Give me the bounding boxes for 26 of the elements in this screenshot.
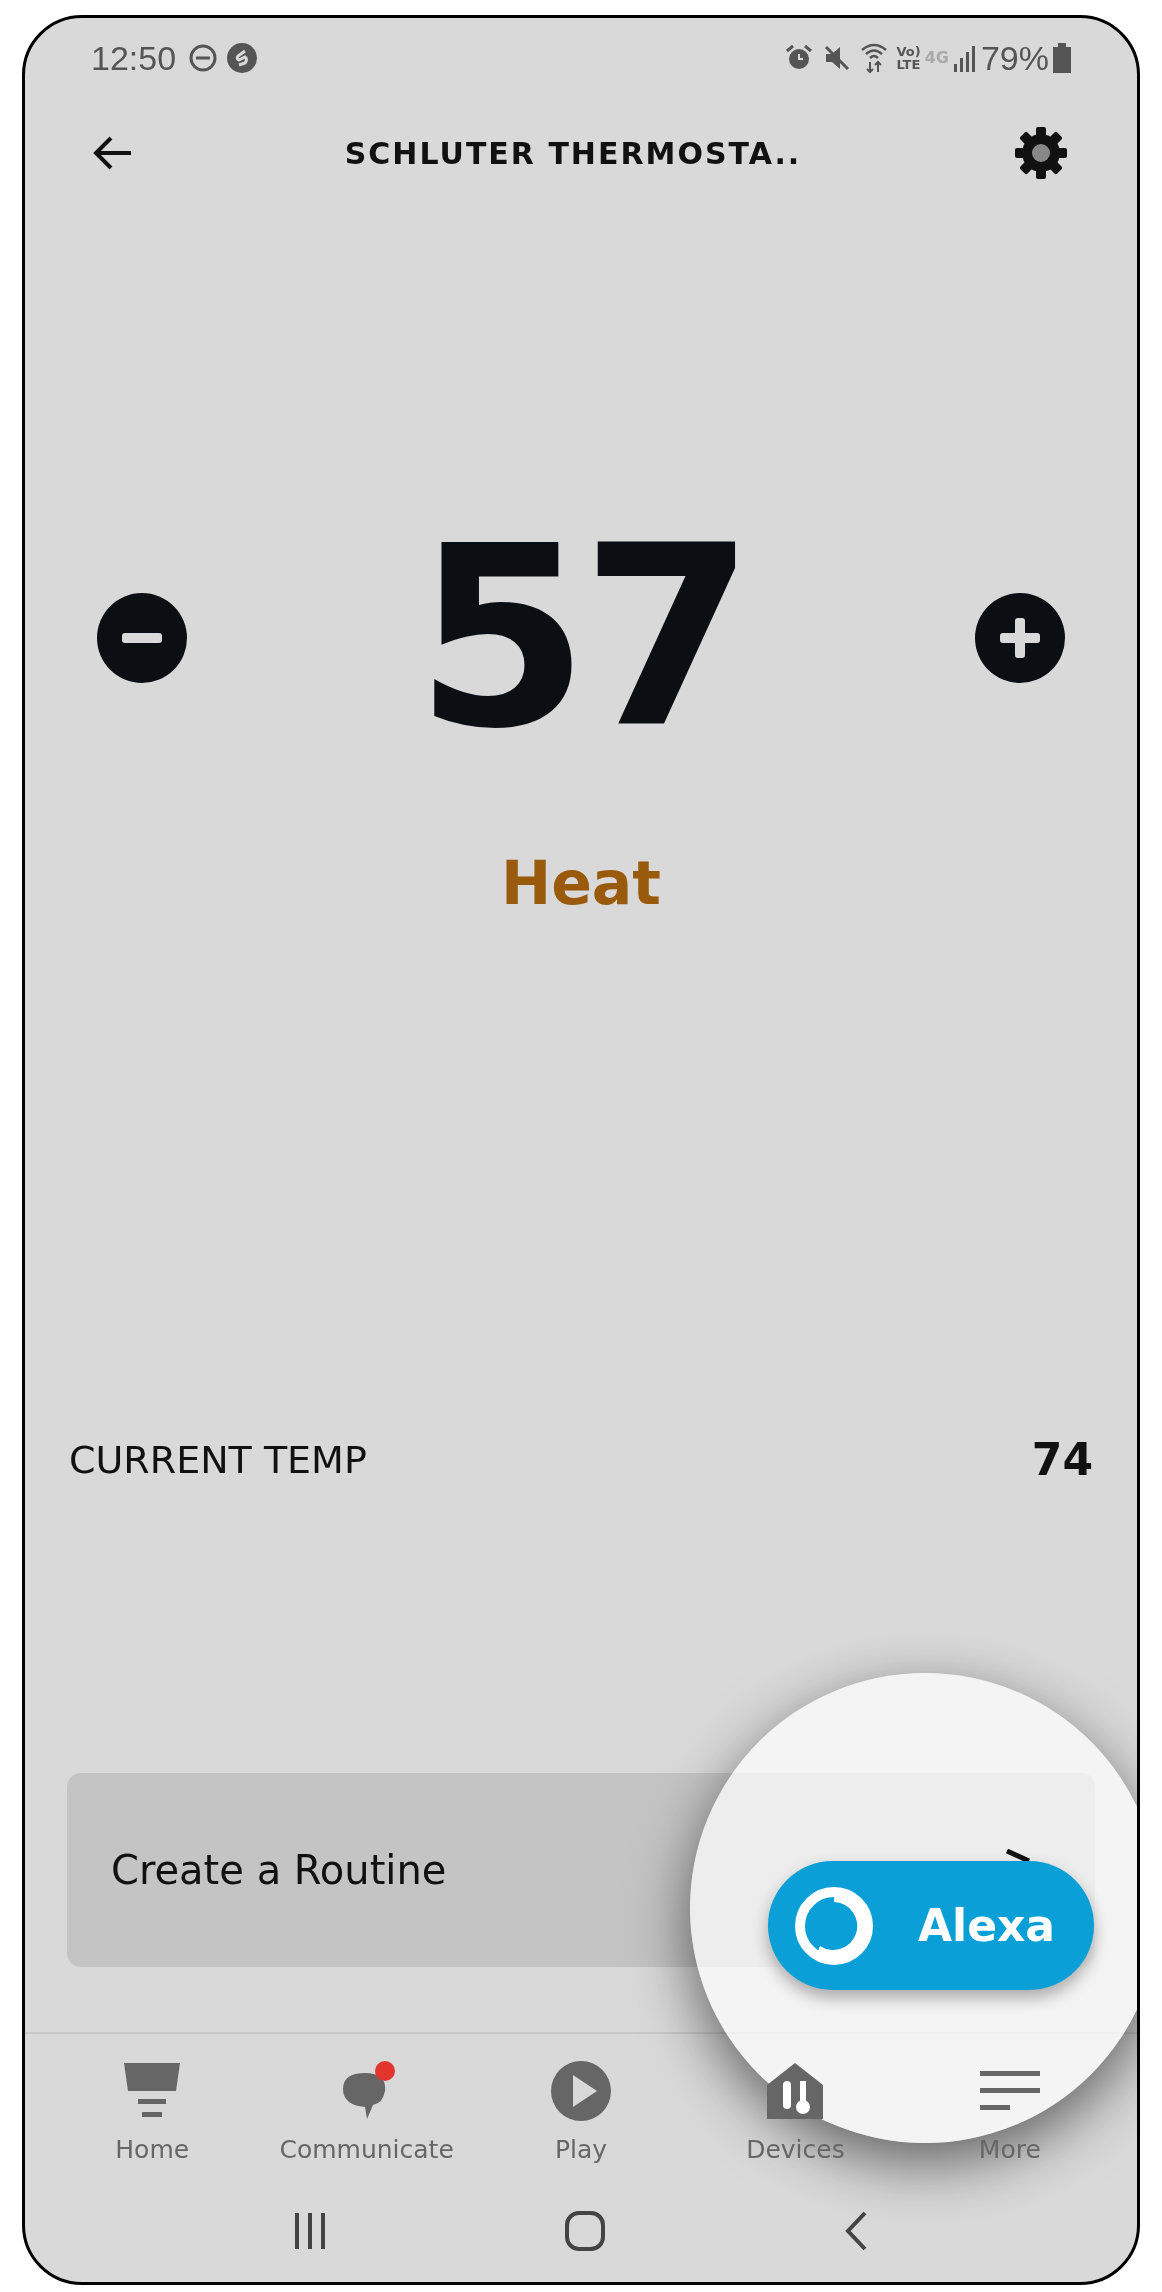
wifi-icon [860,42,889,74]
current-temp-label: CURRENT TEMP [69,1436,367,1484]
nav-tab[interactable]: More [902,2059,1118,2169]
device-title: SCHLUTER THERMOSTA.. [344,134,802,173]
nav-tab[interactable]: Communicate [259,2059,474,2169]
battery-icon [1053,43,1071,73]
home-button[interactable] [564,2210,606,2252]
play-icon [549,2059,613,2124]
speech-ring-icon [794,1885,874,1966]
signal-icon [952,44,977,72]
current-temp-value: 74 [1031,1433,1093,1487]
setpoint-temperature: 57 [415,538,747,738]
mode-label: Heat [500,847,662,920]
chevron-icon [1005,1849,1031,1863]
nav-tab[interactable]: Home [45,2059,260,2169]
status-time: 12:50 [91,37,177,79]
routine-label: Create a Routine [111,1846,447,1895]
music-app-icon [226,42,259,74]
alexa-button[interactable]: Alexa [768,1861,1094,1990]
battery-percent: 79% [980,37,1049,79]
volte-label: Vo) LTE [896,45,921,71]
recent-apps-button[interactable] [293,2211,328,2251]
nav-tab[interactable]: Play [473,2059,689,2169]
minus-icon [122,633,162,643]
plus-icon [1000,618,1040,658]
do-not-disturb-icon [188,43,219,73]
